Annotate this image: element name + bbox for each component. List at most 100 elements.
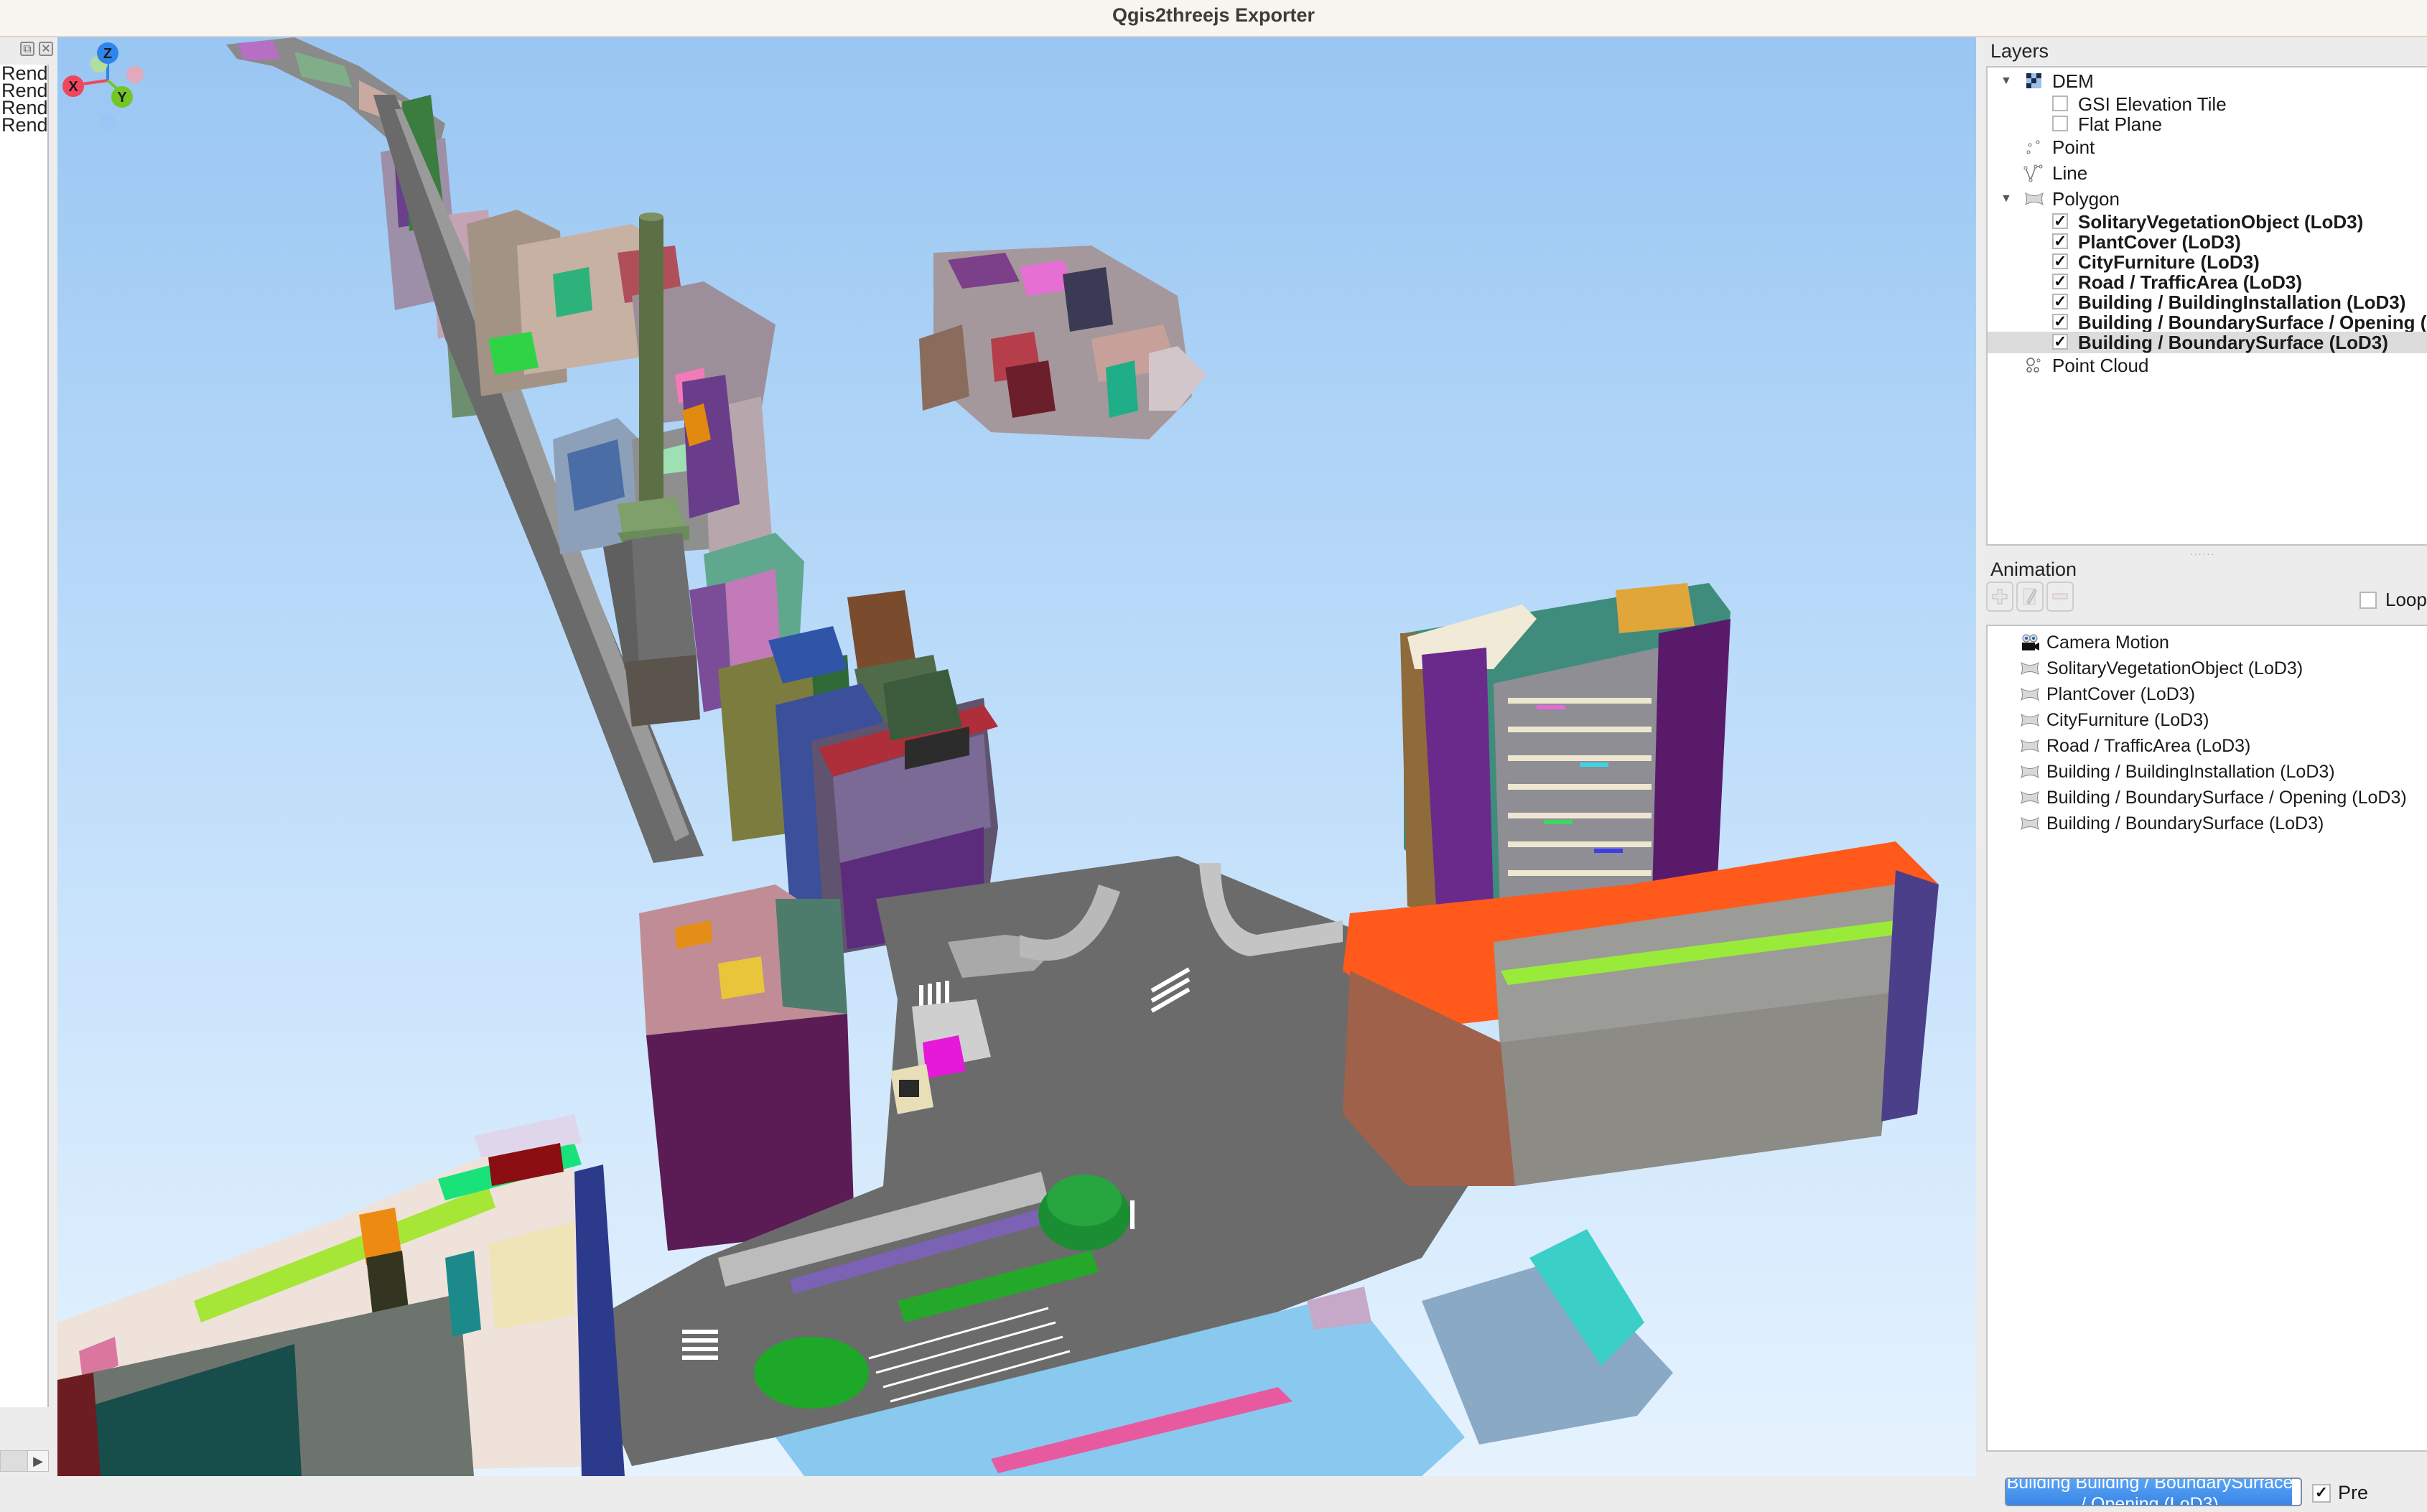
- layer-group-point-cloud[interactable]: Point Cloud: [1988, 355, 2427, 376]
- window-title: Qgis2threejs Exporter: [1112, 4, 1315, 26]
- bottom-left-buildings: [57, 1114, 625, 1476]
- gizmo-axis-z[interactable]: Z: [97, 42, 118, 64]
- log-output[interactable]: Rende Rende Rende Rende: [0, 65, 49, 1407]
- layer-label: Building / BuildingInstallation (LoD3): [2078, 291, 2406, 313]
- loop-checkbox-box[interactable]: [2360, 591, 2377, 609]
- layer-label: CityFurniture (LoD3): [2078, 251, 2260, 273]
- layer-group-dem[interactable]: ▼ DEM: [1988, 70, 2427, 92]
- remove-keyframe-button[interactable]: [2046, 582, 2074, 612]
- polygon-layer-icon: [2021, 687, 2039, 701]
- gizmo-label-x: X: [68, 79, 78, 95]
- layer-label: Flat Plane: [2078, 113, 2163, 135]
- anim-label: PlantCover (LoD3): [2046, 684, 2196, 704]
- layer-item-city-furniture[interactable]: ✓ CityFurniture (LoD3): [1988, 251, 2427, 273]
- polygon-layer-icon: [2021, 739, 2039, 753]
- layer-checkbox[interactable]: ✓: [2052, 253, 2068, 269]
- layer-label: Point: [2052, 136, 2095, 158]
- point-layer-icon: [2026, 140, 2040, 154]
- layer-item-flat-plane[interactable]: Flat Plane: [1988, 113, 2427, 135]
- anim-label: Building / BoundarySurface / Opening (Lo…: [2046, 788, 2407, 808]
- polygon-layer-icon: [2021, 661, 2039, 676]
- polygon-layer-icon: [2021, 790, 2039, 805]
- gizmo-label-z: Z: [103, 46, 112, 62]
- layer-group-polygon[interactable]: ▼ Polygon: [1988, 188, 2427, 210]
- progress-bar: Building Building / BoundarySurface / Op…: [2005, 1478, 2302, 1506]
- expand-arrow-icon[interactable]: ▼: [2000, 70, 2012, 92]
- loop-checkbox[interactable]: Loop: [2360, 589, 2427, 611]
- layer-label: Polygon: [2052, 188, 2120, 210]
- layer-checkbox[interactable]: ✓: [2052, 314, 2068, 330]
- layer-checkbox[interactable]: ✓: [2052, 334, 2068, 350]
- layer-item-boundary-surface-opening[interactable]: ✓ Building / BoundarySurface / Opening (…: [1988, 312, 2427, 333]
- float-icon[interactable]: ⧉: [20, 42, 34, 56]
- line-layer-icon: [2023, 164, 2043, 182]
- right-dock-panel: Layers ▼ DEM GSI Elevation Tile Flat Pla…: [1982, 37, 2427, 1476]
- layer-label: DEM: [2052, 70, 2094, 92]
- layer-label: GSI Elevation Tile: [2078, 93, 2227, 115]
- layer-checkbox[interactable]: ✓: [2052, 294, 2068, 309]
- layer-item-building-installation[interactable]: ✓ Building / BuildingInstallation (LoD3): [1988, 291, 2427, 313]
- dem-raster-icon: [2026, 73, 2041, 88]
- add-keyframe-button[interactable]: [1986, 582, 2013, 612]
- layer-item-road-traffic-area[interactable]: ✓ Road / TrafficArea (LoD3): [1988, 271, 2427, 293]
- layer-item-solitary-vegetation[interactable]: ✓ SolitaryVegetationObject (LoD3): [1988, 211, 2427, 233]
- close-icon[interactable]: ✕: [39, 42, 53, 56]
- navigation-gizmo[interactable]: Z X Y: [57, 37, 158, 138]
- log-panel: ⧉ ✕ Rende Rende Rende Rende ▶: [0, 37, 56, 1511]
- gizmo-label-y: Y: [117, 90, 127, 106]
- polygon-layer-icon: [2021, 816, 2039, 831]
- anim-label: Building / BuildingInstallation (LoD3): [2046, 762, 2335, 782]
- layer-checkbox[interactable]: [2052, 95, 2068, 111]
- edit-keyframe-button[interactable]: [2016, 582, 2044, 612]
- point-cloud-icon: [2026, 358, 2041, 373]
- gizmo-axis-y[interactable]: Y: [111, 86, 133, 108]
- remove-icon: [2052, 593, 2068, 599]
- layer-group-point[interactable]: Point: [1988, 136, 2427, 158]
- panel-splitter[interactable]: ......: [2190, 546, 2215, 557]
- preview-checkbox[interactable]: ✓ Pre: [2312, 1482, 2368, 1504]
- layer-label: Building / BoundarySurface / Opening (Lo…: [2078, 312, 2427, 333]
- layer-checkbox[interactable]: [2052, 116, 2068, 131]
- far-right-building-cluster: [919, 246, 1206, 439]
- layer-item-plant-cover[interactable]: ✓ PlantCover (LoD3): [1988, 231, 2427, 253]
- layer-label: SolitaryVegetationObject (LoD3): [2078, 211, 2364, 233]
- layer-group-line[interactable]: Line: [1988, 162, 2427, 184]
- layer-item-boundary-surface[interactable]: ✓ Building / BoundarySurface (LoD3): [1988, 332, 2427, 353]
- layers-title: Layers: [1990, 40, 2049, 62]
- log-horizontal-scrollbar[interactable]: ▶: [0, 1450, 49, 1472]
- layer-checkbox[interactable]: ✓: [2052, 213, 2068, 229]
- layer-checkbox[interactable]: ✓: [2052, 274, 2068, 289]
- layer-label: Building / BoundarySurface (LoD3): [2078, 332, 2388, 353]
- progress-text: Building Building / BoundarySurface / Op…: [2006, 1478, 2293, 1506]
- polygon-layer-icon: [2025, 192, 2044, 206]
- edit-icon: [2023, 588, 2037, 605]
- layer-label: Road / TrafficArea (LoD3): [2078, 271, 2303, 293]
- add-icon: [1992, 589, 2008, 605]
- layer-label: Point Cloud: [2052, 355, 2149, 376]
- preview-checkbox-box[interactable]: ✓: [2312, 1483, 2331, 1503]
- animation-title: Animation: [1990, 559, 2077, 580]
- camera-icon: [2022, 634, 2039, 650]
- layer-label: Line: [2052, 162, 2088, 184]
- log-line: Rende: [1, 114, 48, 136]
- 3d-preview-view[interactable]: Z X Y: [57, 37, 1976, 1476]
- layers-tree[interactable]: ▼ DEM GSI Elevation Tile Flat Plane Poin…: [1986, 66, 2427, 546]
- polygon-layer-icon: [2021, 765, 2039, 779]
- layer-checkbox[interactable]: ✓: [2052, 233, 2068, 249]
- layer-label: PlantCover (LoD3): [2078, 231, 2241, 253]
- loop-label: Loop: [2385, 589, 2427, 610]
- gizmo-axis-x[interactable]: X: [62, 75, 84, 97]
- anim-label: CityFurniture (LoD3): [2046, 710, 2209, 730]
- scroll-right-icon[interactable]: ▶: [27, 1451, 48, 1471]
- expand-arrow-icon[interactable]: ▼: [2000, 188, 2012, 210]
- polygon-layer-icon: [2021, 713, 2039, 727]
- anim-label: SolitaryVegetationObject (LoD3): [2046, 658, 2303, 678]
- anim-label: Camera Motion: [2046, 633, 2169, 653]
- anim-label: Building / BoundarySurface (LoD3): [2046, 813, 2324, 834]
- preview-label: Pre: [2338, 1482, 2369, 1503]
- layer-item-gsi-elevation-tile[interactable]: GSI Elevation Tile: [1988, 93, 2427, 115]
- anim-label: Road / TrafficArea (LoD3): [2046, 736, 2251, 756]
- city-scene: [57, 37, 1939, 1476]
- animation-tree[interactable]: Camera Motion SolitaryVegetationObject (…: [1986, 625, 2427, 1452]
- title-bar: Qgis2threejs Exporter: [0, 0, 2427, 37]
